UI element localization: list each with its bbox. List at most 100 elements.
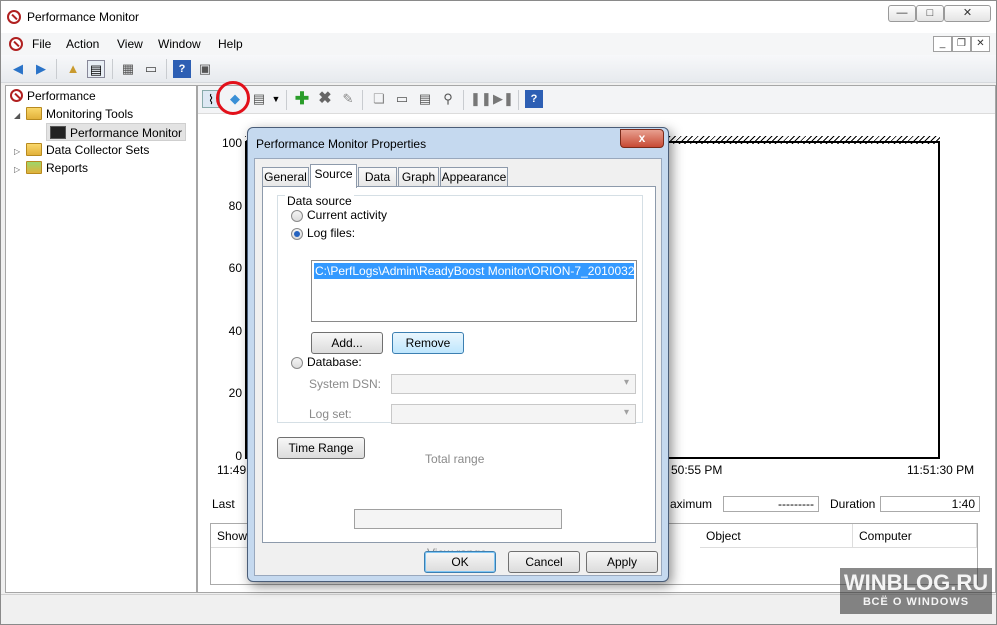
change-graph-type-icon[interactable]: ▤ xyxy=(250,90,268,108)
toolbar-separator xyxy=(112,59,113,79)
log-file-item[interactable]: C:\PerfLogs\Admin\ReadyBoost Monitor\ORI… xyxy=(314,263,634,279)
log-files-radio[interactable] xyxy=(291,228,303,240)
dialog-body: General Source Data Graph Appearance Dat… xyxy=(254,158,662,576)
folder-icon xyxy=(26,143,42,156)
watermark-subtitle: ВСЁ О WINDOWS xyxy=(862,596,970,608)
menu-help[interactable]: Help xyxy=(218,37,243,51)
menu-action[interactable]: Action xyxy=(66,37,99,51)
help-icon[interactable]: ? xyxy=(173,60,191,78)
maximum-label: aximum xyxy=(670,497,713,511)
delete-counter-icon[interactable]: ✖ xyxy=(316,90,334,108)
y-tick-label: 0 xyxy=(235,449,242,463)
minimize-button[interactable]: — xyxy=(888,5,916,22)
add-button[interactable]: Add... xyxy=(311,332,383,354)
log-set-dropdown[interactable] xyxy=(391,404,636,424)
y-tick-label: 40 xyxy=(228,324,242,338)
mdi-restore-button[interactable]: ❐ xyxy=(952,36,971,52)
highlight-icon[interactable]: ✎ xyxy=(339,90,357,108)
freeze-display-icon[interactable]: ❚❚ xyxy=(470,90,492,108)
folder-icon xyxy=(26,107,42,120)
duration-value: 1:40 xyxy=(880,496,980,512)
show-hide-tree-icon[interactable]: ▤ xyxy=(87,60,105,78)
main-toolbar: ◀ ▶ ▲ ▤ ▦ ▭ ? ▣ xyxy=(1,55,996,83)
x-tick-label: 11:51:30 PM xyxy=(907,463,975,477)
expand-arrow-icon[interactable]: ▷ xyxy=(14,161,26,179)
toolbar-separator xyxy=(166,59,167,79)
dialog-title: Performance Monitor Properties xyxy=(256,137,427,151)
tree-item-label: Reports xyxy=(46,161,89,175)
log-set-label: Log set: xyxy=(309,407,352,421)
forward-arrow-icon[interactable]: ▶ xyxy=(32,60,50,78)
document-icon[interactable] xyxy=(9,37,23,51)
performance-monitor-icon xyxy=(7,10,21,24)
duration-label: Duration xyxy=(830,497,876,511)
system-dsn-dropdown[interactable] xyxy=(391,374,636,394)
chart-icon xyxy=(50,126,66,139)
database-radio[interactable] xyxy=(291,357,303,369)
graph-toolbar: ⌇ ◆ ▤ ▼ ✚ ✖ ✎ ❏ ▭ ▤ ⚲ ❚❚ ▶❚ ? xyxy=(198,86,995,114)
tree-item-data-collector-sets[interactable]: ▷ Data Collector Sets xyxy=(14,141,149,159)
watermark-title: WINBLOG.RU xyxy=(843,570,989,595)
tree-item-performance[interactable]: Performance xyxy=(10,87,96,105)
y-tick-label: 100 xyxy=(221,136,242,150)
tab-general[interactable]: General xyxy=(262,167,309,187)
tree-item-label: Performance xyxy=(27,89,96,103)
graph-type-dropdown-icon[interactable]: ▼ xyxy=(267,90,285,108)
tab-data[interactable]: Data xyxy=(358,167,397,187)
zoom-icon[interactable]: ⚲ xyxy=(439,90,457,108)
database-label[interactable]: Database: xyxy=(307,355,362,369)
highlight-circle xyxy=(216,81,250,115)
title-bar: Performance Monitor — □ ✕ xyxy=(1,1,996,33)
dialog-close-button[interactable]: x xyxy=(620,129,664,148)
tree-item-label: Performance Monitor xyxy=(70,126,183,140)
tab-graph[interactable]: Graph xyxy=(398,167,439,187)
close-button[interactable]: ✕ xyxy=(944,5,991,22)
properties-icon[interactable]: ▤ xyxy=(416,90,434,108)
time-range-button[interactable]: Time Range xyxy=(277,437,365,459)
tree-item-reports[interactable]: ▷ Reports xyxy=(14,159,88,177)
current-activity-radio[interactable] xyxy=(291,210,303,222)
update-data-icon[interactable]: ▶❚ xyxy=(493,90,514,108)
data-source-label: Data source xyxy=(285,194,354,208)
log-files-label[interactable]: Log files: xyxy=(307,226,355,240)
mdi-close-button[interactable]: ✕ xyxy=(971,36,990,52)
menu-window[interactable]: Window xyxy=(158,37,201,51)
back-arrow-icon[interactable]: ◀ xyxy=(9,60,27,78)
apply-button[interactable]: Apply xyxy=(586,551,658,573)
menu-view[interactable]: View xyxy=(117,37,143,51)
time-range-slider[interactable] xyxy=(354,509,562,529)
add-counter-icon[interactable]: ✚ xyxy=(293,90,311,108)
toolbar-separator xyxy=(362,90,363,110)
properties-icon[interactable]: ▣ xyxy=(196,60,214,78)
x-tick-label: 11:49: xyxy=(217,463,250,477)
collapse-arrow-icon[interactable]: ◢ xyxy=(14,107,26,125)
column-header-object[interactable]: Object xyxy=(700,524,853,548)
maximum-value: --------- xyxy=(723,496,819,512)
x-tick-label: 50:55 PM xyxy=(671,463,723,477)
log-files-list[interactable]: C:\PerfLogs\Admin\ReadyBoost Monitor\ORI… xyxy=(311,260,637,322)
column-header-computer[interactable]: Computer xyxy=(853,524,977,548)
y-tick-label: 80 xyxy=(228,199,242,213)
maximize-button[interactable]: □ xyxy=(916,5,944,22)
copy-properties-icon[interactable]: ❏ xyxy=(370,90,388,108)
current-activity-label[interactable]: Current activity xyxy=(307,208,387,222)
tree-item-monitoring-tools[interactable]: ◢ Monitoring Tools xyxy=(14,105,133,123)
ok-button[interactable]: OK xyxy=(424,551,496,573)
cancel-button[interactable]: Cancel xyxy=(508,551,580,573)
source-tab-page: Data source Current activity Log files: … xyxy=(262,186,656,560)
help-icon[interactable]: ? xyxy=(525,90,543,108)
up-folder-icon[interactable]: ▲ xyxy=(64,60,82,78)
mdi-minimize-button[interactable]: _ xyxy=(933,36,952,52)
menu-file[interactable]: File xyxy=(32,37,51,51)
paste-counter-list-icon[interactable]: ▭ xyxy=(393,90,411,108)
export-list-icon[interactable]: ▦ xyxy=(119,60,137,78)
tab-source[interactable]: Source xyxy=(310,164,357,188)
performance-icon xyxy=(10,89,23,102)
tab-appearance[interactable]: Appearance xyxy=(440,167,508,187)
y-tick-label: 60 xyxy=(228,261,242,275)
toolbar-separator xyxy=(286,90,287,110)
print-icon[interactable]: ▭ xyxy=(142,60,160,78)
remove-button[interactable]: Remove xyxy=(392,332,464,354)
y-tick-label: 20 xyxy=(228,386,242,400)
tree-item-performance-monitor[interactable]: Performance Monitor xyxy=(46,123,187,141)
